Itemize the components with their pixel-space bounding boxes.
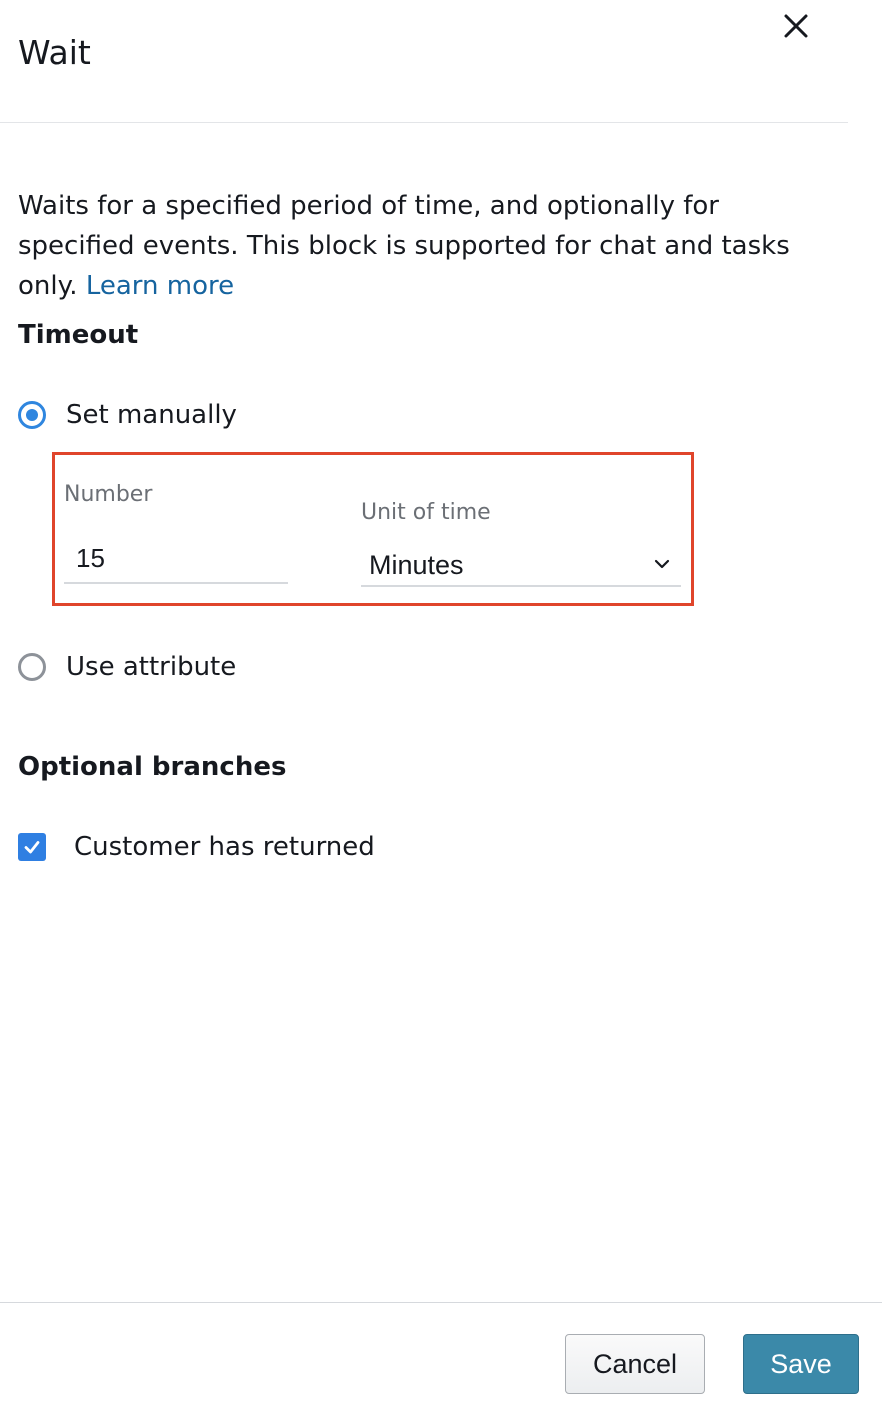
learn-more-link[interactable]: Learn more — [86, 271, 234, 301]
optional-branches-heading: Optional branches — [18, 752, 287, 782]
close-icon[interactable] — [782, 12, 810, 40]
cancel-button[interactable]: Cancel — [565, 1334, 705, 1394]
unit-of-time-label: Unit of time — [361, 500, 491, 525]
radio-label-use-attribute: Use attribute — [66, 652, 237, 682]
radio-use-attribute[interactable]: Use attribute — [18, 650, 236, 684]
number-label: Number — [64, 482, 153, 507]
radio-selected-icon[interactable] — [18, 401, 46, 429]
checkbox-checked-icon[interactable] — [18, 833, 46, 861]
footer-divider — [0, 1302, 882, 1303]
number-input[interactable] — [64, 534, 288, 584]
checkmark-icon — [24, 841, 40, 854]
radio-unselected-icon[interactable] — [18, 653, 46, 681]
checkbox-customer-has-returned[interactable]: Customer has returned — [18, 830, 375, 864]
unit-of-time-select[interactable]: Minutes — [361, 545, 681, 587]
chevron-down-icon[interactable] — [651, 553, 673, 575]
header-divider — [0, 122, 848, 123]
checkbox-label-customer-has-returned: Customer has returned — [74, 832, 375, 862]
radio-set-manually[interactable]: Set manually — [18, 398, 237, 432]
panel-title: Wait — [18, 33, 91, 72]
block-description: Waits for a specified period of time, an… — [18, 186, 808, 306]
radio-label-set-manually: Set manually — [66, 400, 237, 430]
save-button[interactable]: Save — [743, 1334, 859, 1394]
unit-of-time-value: Minutes — [369, 550, 464, 580]
close-button[interactable] — [778, 8, 814, 44]
timeout-heading: Timeout — [18, 320, 139, 350]
